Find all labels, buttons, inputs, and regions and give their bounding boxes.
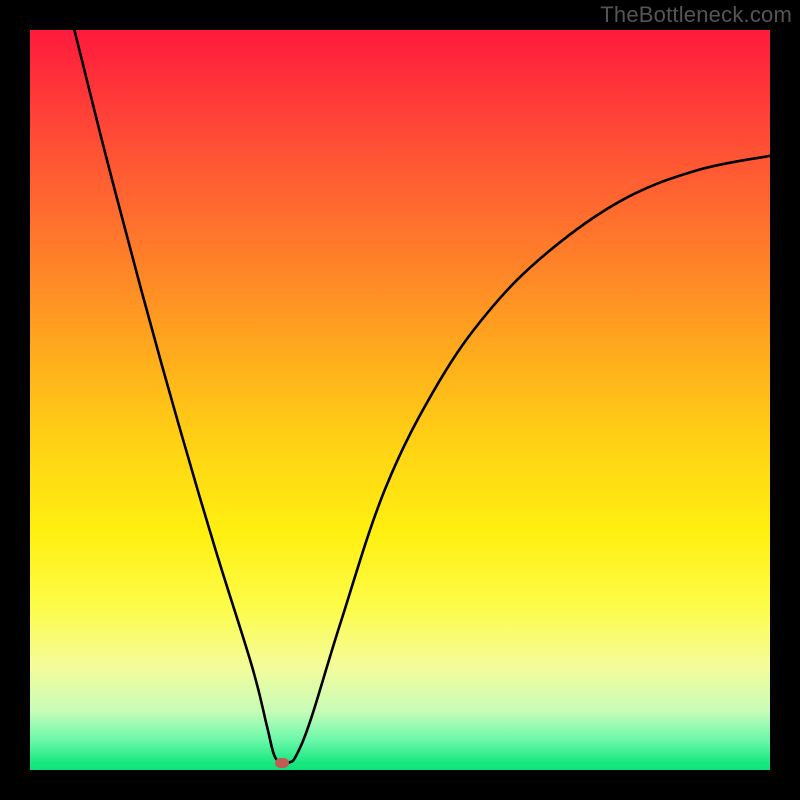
- chart-container: TheBottleneck.com: [0, 0, 800, 800]
- watermark-text: TheBottleneck.com: [600, 2, 792, 28]
- minimum-point-marker: [275, 758, 289, 768]
- bottleneck-curve: [74, 30, 770, 764]
- plot-area: [30, 30, 770, 770]
- curve-svg: [30, 30, 770, 770]
